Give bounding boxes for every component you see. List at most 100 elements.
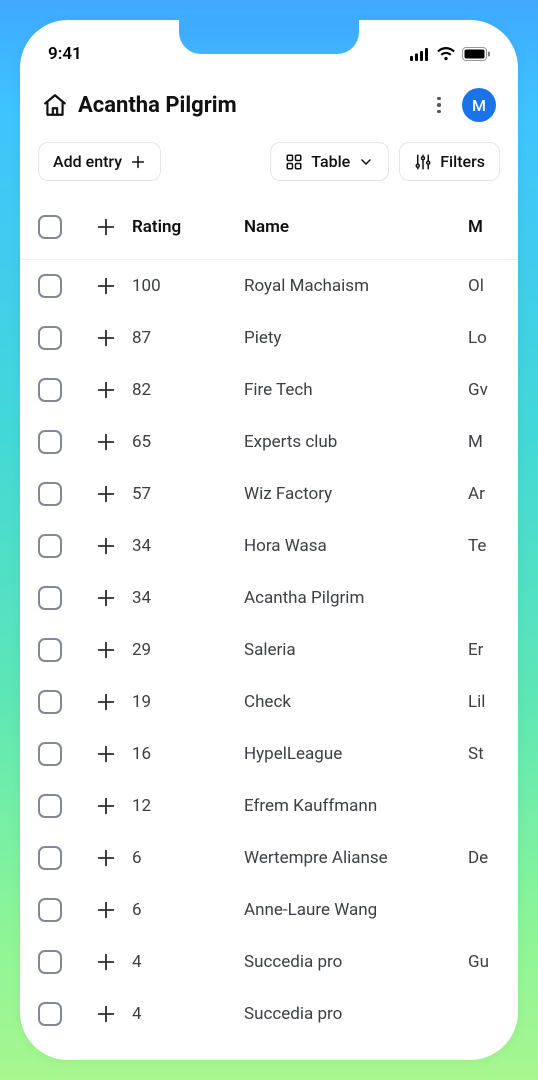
row-checkbox[interactable] <box>38 742 62 766</box>
cell-name: Wertempre Alianse <box>244 848 468 868</box>
table-row[interactable]: 34Acantha Pilgrim <box>20 572 518 624</box>
row-checkbox[interactable] <box>38 534 62 558</box>
cell-rating: 12 <box>130 796 244 816</box>
cell-m: Lo <box>468 328 487 348</box>
cell-name: Check <box>244 692 468 712</box>
app-header-right: M <box>430 88 496 122</box>
table-row[interactable]: 100Royal MachaismOl <box>20 260 518 312</box>
cell-rating: 34 <box>130 588 244 608</box>
row-checkbox[interactable] <box>38 690 62 714</box>
cell-name: Experts club <box>244 432 468 452</box>
select-all-checkbox[interactable] <box>38 215 62 239</box>
home-icon[interactable] <box>42 92 68 118</box>
expand-row-icon[interactable] <box>95 639 117 661</box>
cell-rating: 57 <box>130 484 244 504</box>
expand-row-icon[interactable] <box>95 275 117 297</box>
cell-m: Ar <box>468 484 485 504</box>
col-m-label[interactable]: M <box>468 217 483 237</box>
table-row[interactable]: 29SaleriaEr <box>20 624 518 676</box>
table-row[interactable]: 82Fire TechGv <box>20 364 518 416</box>
filters-label: Filters <box>440 152 485 171</box>
table-header: Rating Name M <box>20 195 518 260</box>
cell-name: Royal Machaism <box>244 276 468 296</box>
row-checkbox[interactable] <box>38 638 62 662</box>
row-checkbox[interactable] <box>38 326 62 350</box>
row-checkbox[interactable] <box>38 482 62 506</box>
expand-row-icon[interactable] <box>95 743 117 765</box>
view-switcher-button[interactable]: Table <box>270 142 389 181</box>
cell-m: St <box>468 744 484 764</box>
cell-name: Efrem Kauffmann <box>244 796 468 816</box>
avatar[interactable]: M <box>462 88 496 122</box>
cell-rating: 34 <box>130 536 244 556</box>
filters-button[interactable]: Filters <box>399 142 500 181</box>
app-header-left: Acantha Pilgrim <box>42 92 237 118</box>
data-table: Rating Name M 100Royal MachaismOl87Piety… <box>20 195 518 1040</box>
cell-m: Gu <box>468 952 489 972</box>
row-checkbox[interactable] <box>38 430 62 454</box>
expand-row-icon[interactable] <box>95 587 117 609</box>
cell-name: Hora Wasa <box>244 536 468 556</box>
chevron-down-icon <box>358 154 374 170</box>
expand-row-icon[interactable] <box>95 795 117 817</box>
cell-rating: 16 <box>130 744 244 764</box>
col-rating-label[interactable]: Rating <box>132 217 181 237</box>
app-header: Acantha Pilgrim M <box>20 74 518 130</box>
expand-row-icon[interactable] <box>95 951 117 973</box>
phone-frame: 9:41 Acantha Pilgrim M Add entry <box>20 20 518 1060</box>
cell-name: Saleria <box>244 640 468 660</box>
row-checkbox[interactable] <box>38 378 62 402</box>
table-row[interactable]: 87PietyLo <box>20 312 518 364</box>
cell-rating: 19 <box>130 692 244 712</box>
table-row[interactable]: 57Wiz FactoryAr <box>20 468 518 520</box>
col-name-label[interactable]: Name <box>244 217 289 237</box>
expand-row-icon[interactable] <box>95 431 117 453</box>
status-icons <box>410 47 490 61</box>
row-checkbox[interactable] <box>38 1002 62 1026</box>
view-label: Table <box>311 152 350 171</box>
table-row[interactable]: 12Efrem Kauffmann <box>20 780 518 832</box>
cell-rating: 29 <box>130 640 244 660</box>
expand-row-icon[interactable] <box>95 327 117 349</box>
expand-row-icon[interactable] <box>95 847 117 869</box>
row-checkbox[interactable] <box>38 794 62 818</box>
cell-name: Fire Tech <box>244 380 468 400</box>
table-row[interactable]: 6Wertempre AlianseDe <box>20 832 518 884</box>
table-row[interactable]: 4Succedia proGu <box>20 936 518 988</box>
status-time: 9:41 <box>48 44 82 64</box>
expand-row-icon[interactable] <box>95 899 117 921</box>
expand-row-icon[interactable] <box>95 379 117 401</box>
cell-name: HypelLeague <box>244 744 468 764</box>
phone-notch <box>179 20 359 54</box>
cell-m: M <box>468 432 483 452</box>
row-checkbox[interactable] <box>38 274 62 298</box>
table-row[interactable]: 16HypelLeagueSt <box>20 728 518 780</box>
cell-rating: 4 <box>130 952 244 972</box>
row-checkbox[interactable] <box>38 950 62 974</box>
cell-m: Gv <box>468 380 488 400</box>
cell-m: Te <box>468 536 486 556</box>
cell-rating: 82 <box>130 380 244 400</box>
table-row[interactable]: 19CheckLil <box>20 676 518 728</box>
cell-rating: 6 <box>130 900 244 920</box>
expand-row-icon[interactable] <box>95 691 117 713</box>
expand-row-icon[interactable] <box>95 1003 117 1025</box>
table-row[interactable]: 4Succedia pro <box>20 988 518 1040</box>
more-menu-icon[interactable] <box>430 93 448 117</box>
row-checkbox[interactable] <box>38 846 62 870</box>
table-row[interactable]: 34Hora WasaTe <box>20 520 518 572</box>
expand-row-icon[interactable] <box>95 483 117 505</box>
table-row[interactable]: 6Anne-Laure Wang <box>20 884 518 936</box>
row-checkbox[interactable] <box>38 898 62 922</box>
cell-rating: 100 <box>130 276 244 296</box>
row-checkbox[interactable] <box>38 586 62 610</box>
table-row[interactable]: 65Experts clubM <box>20 416 518 468</box>
wifi-icon <box>436 47 456 61</box>
cell-name: Wiz Factory <box>244 484 468 504</box>
add-entry-button[interactable]: Add entry <box>38 142 161 181</box>
add-column-icon[interactable] <box>95 216 117 238</box>
cell-m: Lil <box>468 692 485 712</box>
expand-row-icon[interactable] <box>95 535 117 557</box>
cell-m: De <box>468 848 488 868</box>
cell-rating: 4 <box>130 1004 244 1024</box>
